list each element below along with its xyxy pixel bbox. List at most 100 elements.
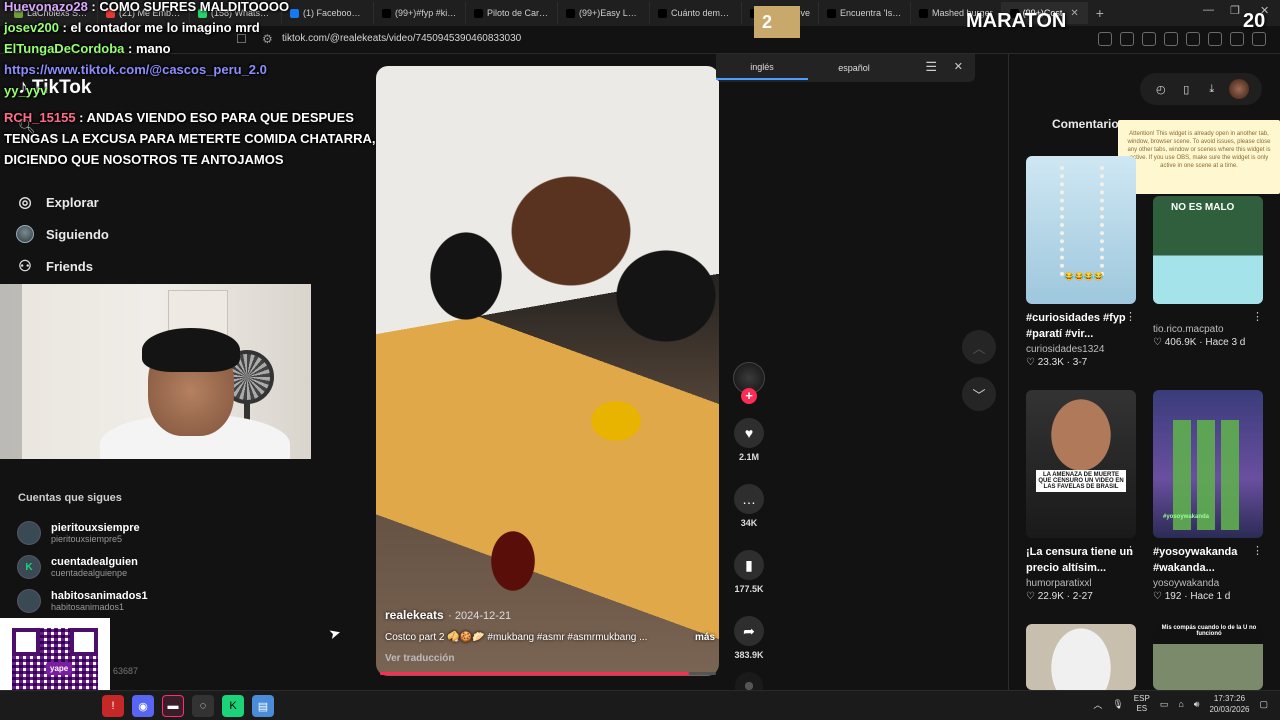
thumb-caption: #yosoywakanda [1163, 514, 1210, 520]
related-likes: 22.9K [1037, 591, 1064, 602]
extension-icon[interactable] [1230, 32, 1244, 46]
sidebar-item-explorar[interactable]: ◎ Explorar [16, 186, 109, 218]
language-indicator[interactable]: ESP ES [1134, 694, 1150, 714]
translate-from-lang[interactable]: inglés [716, 62, 808, 80]
extension-icon[interactable] [1098, 32, 1112, 46]
taskbar-app-icon[interactable]: ▬ [162, 695, 184, 717]
compass-icon: ◎ [18, 194, 32, 211]
more-options-icon[interactable]: ⋮ [1125, 310, 1136, 323]
related-author: humorparatixxl [1026, 578, 1092, 589]
extension-icon[interactable] [1208, 32, 1222, 46]
extension-icon[interactable] [1142, 32, 1156, 46]
related-likes: 192 [1164, 591, 1182, 602]
related-video-card[interactable]: Mis compás cuando lo de la U no funcionó [1153, 624, 1265, 690]
related-video-card[interactable]: NO ES MALO ⋮ tio.rico.macpato ♡ 406.9K ·… [1153, 196, 1265, 348]
close-icon[interactable]: ✕ [954, 60, 963, 73]
save-button[interactable]: ▮ [734, 550, 764, 580]
like-button[interactable]: ♥ [734, 418, 764, 448]
profile-avatar[interactable] [1229, 79, 1250, 99]
related-video-card[interactable]: LA AMENAZA DE MUERTE QUE CENSURO UN VIDE… [1026, 390, 1138, 602]
discord-icon[interactable]: ◉ [132, 695, 154, 717]
kick-icon[interactable]: K [222, 695, 244, 717]
friends-icon: ⚇ [18, 258, 32, 275]
video-player[interactable] [376, 66, 719, 676]
notepad-icon[interactable]: ▤ [252, 695, 274, 717]
thumb-caption: 😂😂😂😂 [1064, 272, 1104, 281]
browser-tab[interactable]: Encuentra 'Is 1 m [819, 2, 912, 24]
tab-comentarios[interactable]: Comentarios [1052, 117, 1125, 131]
translate-popup: inglés español ☰ ✕ [716, 54, 975, 82]
extension-icon[interactable] [1252, 32, 1266, 46]
extension-icons [1098, 32, 1266, 46]
browser-tab[interactable]: (99+)#fyp #kickp [374, 2, 466, 24]
device-icon[interactable]: ▯ [1178, 83, 1194, 96]
comment-count: 34K [740, 518, 758, 528]
more-link[interactable]: más [695, 632, 715, 643]
following-item[interactable]: habitosanimados1 habitosanimados1 [17, 584, 148, 618]
following-item[interactable]: K cuentadealguien cuentadealguienpe [17, 550, 148, 584]
extension-icon[interactable] [1164, 32, 1178, 46]
display-icon[interactable]: ▭ [1160, 699, 1169, 710]
new-tab-icon[interactable]: + [1088, 5, 1112, 21]
minimize-icon[interactable]: — [1203, 4, 1214, 16]
avatar-icon [16, 225, 34, 243]
comment-button[interactable]: … [734, 484, 764, 514]
sidebar-nav: ◎ Explorar Siguiendo ⚇ Friends [16, 186, 109, 282]
more-options-icon[interactable]: ⋮ [1125, 544, 1136, 557]
notification-icon[interactable]: ▢ [1259, 699, 1268, 710]
related-thumbnail: #yosoywakanda [1153, 390, 1263, 538]
maximize-icon[interactable]: ❐ [1230, 4, 1240, 17]
taskbar-apps: ! ◉ ▬ ◌ K ▤ [102, 695, 274, 717]
download-icon[interactable]: ⤓ [1204, 83, 1220, 96]
chat-text: el contador me lo imagino mrd [70, 20, 260, 35]
coin-icon[interactable]: ◴ [1153, 83, 1169, 96]
translate-link[interactable]: Ver traducción [385, 653, 715, 664]
share-button[interactable]: ➦ [734, 616, 764, 646]
related-video-card[interactable]: #yosoywakanda #yosoywakanda #wakanda... … [1153, 390, 1265, 602]
close-tab-icon[interactable]: ✕ [1070, 8, 1078, 19]
taskbar-app-icon[interactable]: ! [102, 695, 124, 717]
sidebar-item-siguiendo[interactable]: Siguiendo [16, 218, 109, 250]
translate-to-lang[interactable]: español [808, 63, 900, 73]
following-tail-text: 63687 [113, 666, 139, 676]
chat-link[interactable]: https://www.tiktok.com/@cascos_peru_2.0 [4, 62, 267, 77]
related-age: 3-7 [1072, 357, 1088, 368]
extension-icon[interactable] [1186, 32, 1200, 46]
clock-time: 17:37:26 [1213, 694, 1246, 703]
panel-divider [1008, 54, 1009, 690]
related-video-card[interactable]: 😂😂😂😂 #curiosidades #fyp #paratí #vir... … [1026, 156, 1138, 368]
chevron-up-icon[interactable]: ︿ [1093, 698, 1102, 711]
clock[interactable]: 17:37:26 20/03/2026 [1209, 693, 1249, 715]
chat-text: mano [135, 41, 171, 56]
chat-user: yy_yyv [4, 83, 48, 98]
previous-video-button[interactable]: ︿ [962, 330, 996, 364]
sidebar-item-label: Explorar [46, 194, 99, 210]
extension-icon[interactable] [1120, 32, 1134, 46]
obs-icon[interactable]: ◌ [192, 695, 214, 717]
menu-icon[interactable]: ☰ [925, 59, 937, 75]
related-video-card[interactable] [1026, 624, 1138, 690]
more-options-icon[interactable]: ⋮ [1252, 310, 1263, 323]
video-author[interactable]: realekeats [385, 608, 444, 622]
following-item[interactable]: pieritouxsiempre pieritouxsiempre5 [17, 516, 148, 550]
follow-plus-icon[interactable]: + [741, 388, 757, 404]
avatar [17, 589, 41, 613]
video-progress-bar[interactable] [380, 672, 716, 675]
related-stats: ♡ 192 · Hace 1 d [1153, 591, 1231, 602]
browser-tab[interactable]: Cuánto demoras [650, 2, 742, 24]
related-title: ¡La censura tiene un precio altísim... [1026, 546, 1133, 574]
next-video-button[interactable]: ﹀ [962, 377, 996, 411]
microphone-icon[interactable]: 🎙︎ [1112, 699, 1123, 710]
network-icon[interactable]: ⌂ [1178, 699, 1183, 709]
browser-tab[interactable]: Piloto de Carrera [466, 2, 558, 24]
browser-tab[interactable]: (99+)Easy Leftov [558, 2, 650, 24]
avatar: K [17, 555, 41, 579]
related-likes: 406.9K [1164, 337, 1197, 348]
video-description: Costco part 2 🥠🍪🥟 #mukbang #asmr #asmrmu… [385, 632, 648, 643]
related-author: yosoywakanda [1153, 578, 1220, 589]
more-options-icon[interactable]: ⋮ [1252, 544, 1263, 557]
volume-icon[interactable]: 🔊︎ [1194, 699, 1200, 710]
sidebar-item-friends[interactable]: ⚇ Friends [16, 250, 109, 282]
thumb-caption: Mis compás cuando lo de la U no funcionó [1161, 625, 1257, 637]
heart-icon: ♥ [744, 425, 754, 441]
